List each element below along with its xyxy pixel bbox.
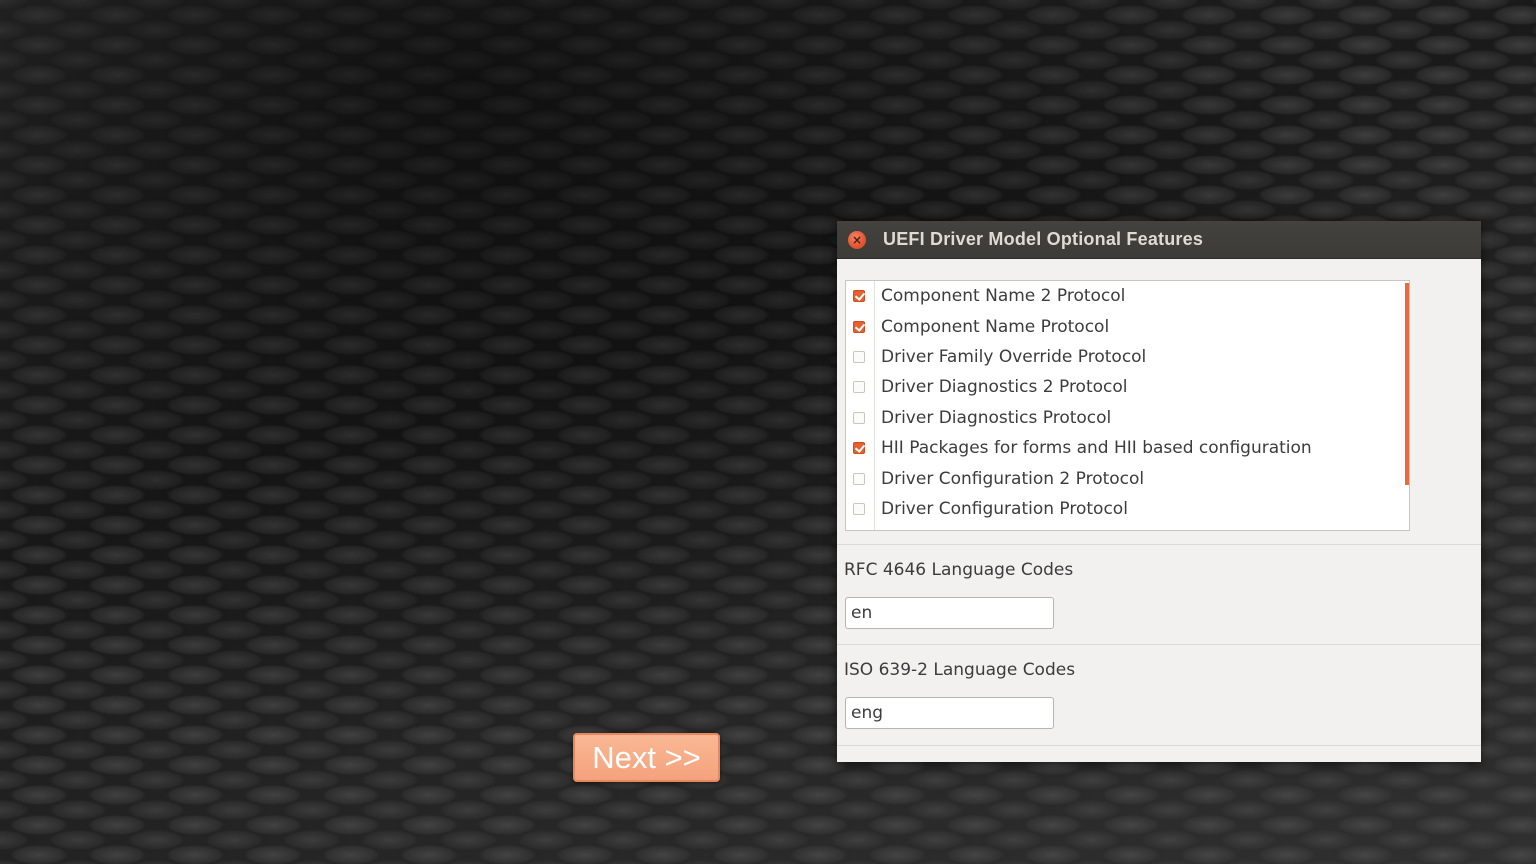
optional-features-dialog: × UEFI Driver Model Optional Features Co… [837, 221, 1481, 762]
list-item-label: Driver Diagnostics 2 Protocol [881, 377, 1128, 398]
dialog-title: UEFI Driver Model Optional Features [883, 229, 1204, 249]
checkbox[interactable] [853, 442, 865, 455]
divider [837, 644, 1481, 645]
iso-language-label: ISO 639-2 Language Codes [844, 660, 1076, 680]
list-item-label: Driver Configuration 2 Protocol [881, 468, 1145, 489]
divider [837, 745, 1481, 746]
protocol-list: Component Name 2 Protocol Component Name… [845, 280, 1410, 531]
close-icon[interactable]: × [848, 230, 866, 249]
dialog-titlebar: × UEFI Driver Model Optional Features [837, 221, 1481, 259]
list-item-label: Driver Diagnostics Protocol [881, 407, 1112, 428]
checkbox[interactable] [853, 320, 865, 333]
next-button[interactable]: Next >> [573, 733, 720, 782]
list-item[interactable]: Driver Configuration 2 Protocol [846, 463, 1409, 493]
desktop-background: × UEFI Driver Model Optional Features Co… [0, 0, 1536, 864]
iso-language-input[interactable] [845, 697, 1054, 729]
list-item-label: HII Packages for forms and HII based con… [881, 438, 1312, 459]
checkbox[interactable] [853, 350, 865, 363]
checkbox[interactable] [853, 381, 865, 394]
divider [837, 544, 1481, 545]
list-item[interactable]: Driver Diagnostics Protocol [846, 403, 1409, 433]
list-item-label: Component Name 2 Protocol [881, 286, 1126, 307]
list-item[interactable]: Component Name Protocol [846, 311, 1409, 341]
checkbox[interactable] [853, 290, 865, 303]
checkbox[interactable] [853, 472, 865, 485]
list-item-label: Driver Family Override Protocol [881, 346, 1147, 367]
list-item[interactable]: Driver Configuration Protocol [846, 494, 1409, 524]
list-item[interactable]: Driver Diagnostics 2 Protocol [846, 372, 1409, 402]
list-item-label: Driver Configuration Protocol [881, 498, 1128, 519]
rfc-language-label: RFC 4646 Language Codes [844, 560, 1074, 580]
list-item-label: Component Name Protocol [881, 316, 1110, 337]
list-item[interactable]: Component Name 2 Protocol [846, 281, 1409, 311]
rfc-language-input[interactable] [845, 597, 1054, 629]
list-item[interactable]: Driver Family Override Protocol [846, 342, 1409, 372]
checkbox[interactable] [853, 502, 865, 515]
list-scrollbar[interactable] [1405, 283, 1409, 485]
list-item[interactable]: HII Packages for forms and HII based con… [846, 433, 1409, 463]
checkbox[interactable] [853, 411, 865, 424]
